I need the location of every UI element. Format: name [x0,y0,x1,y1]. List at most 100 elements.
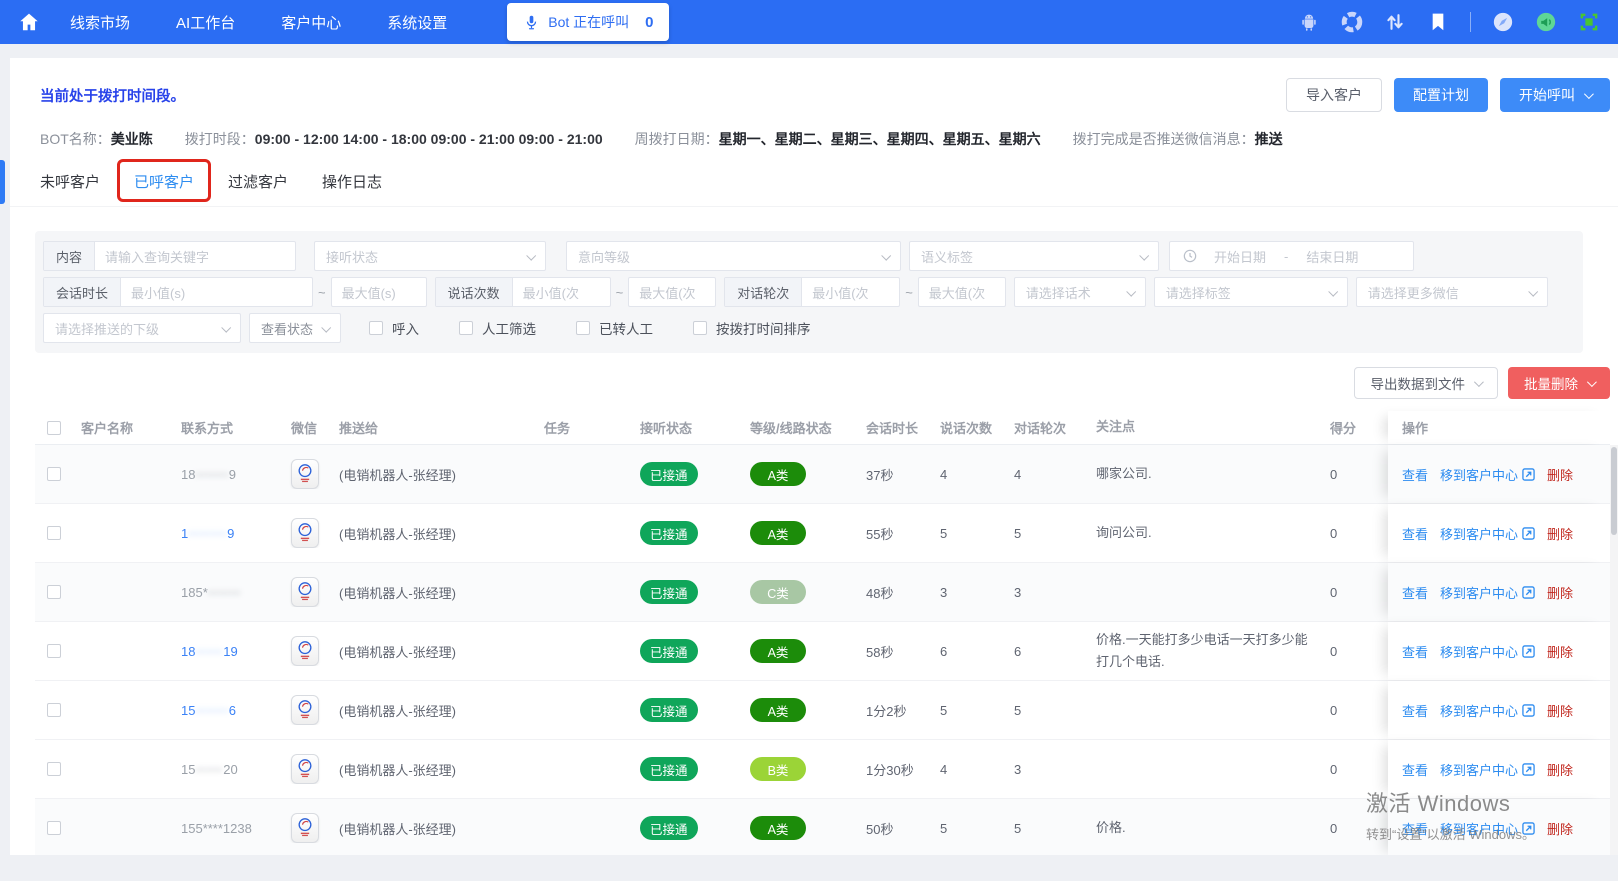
view-status-select[interactable]: 查看状态 [249,313,341,343]
wechat-icon[interactable] [291,695,319,725]
intent-level-select[interactable]: 意向等级 [566,241,901,271]
dial-period-status: 当前处于拨打时间段。 [40,88,185,105]
import-customers-button[interactable]: 导入客户 [1286,78,1382,112]
nav-item-lead-market[interactable]: 线索市场 [70,12,130,33]
chevron-down-icon [1586,376,1597,387]
phone-cell[interactable]: 185*•••••• [171,585,281,600]
delete-link[interactable]: 删除 [1547,760,1573,779]
wechat-icon[interactable] [291,518,319,548]
configure-plan-button[interactable]: 配置计划 [1394,78,1488,112]
phone-cell[interactable]: 1•••••••9 [171,526,281,541]
row-checkbox[interactable] [47,585,61,599]
row-checkbox[interactable] [47,762,61,776]
session-min-input[interactable]: 最小值(s) [121,278,312,306]
move-to-customer-center-link[interactable]: 移到客户中心 [1440,819,1535,838]
delete-link[interactable]: 删除 [1547,701,1573,720]
bot-calling-button[interactable]: Bot 正在呼叫 0 [507,3,670,41]
row-checkbox[interactable] [47,703,61,717]
start-call-button[interactable]: 开始呼叫 [1500,78,1610,112]
checkbox-inbound[interactable]: 呼入 [369,318,419,338]
row-checkbox[interactable] [47,467,61,481]
view-link[interactable]: 查看 [1402,819,1428,838]
checkbox-icon[interactable] [693,321,707,335]
fullscreen-icon[interactable] [1578,11,1600,33]
export-data-button[interactable]: 导出数据到文件 [1353,367,1498,399]
talk-max-input[interactable]: 最大值(次 [628,277,717,307]
content-search-input[interactable]: 请输入查询关键字 [95,242,295,270]
checkbox-icon[interactable] [369,321,383,335]
listen-status-badge: 已接通 [640,639,698,663]
checkbox-icon[interactable] [576,321,590,335]
tab-filtered-customers[interactable]: 过滤客户 [228,171,288,192]
row-checkbox[interactable] [47,821,61,835]
shutter-icon[interactable] [1341,11,1363,33]
date-range-picker[interactable]: 开始日期 - 结束日期 [1169,241,1414,271]
listen-status-select[interactable]: 接听状态 [314,241,546,271]
delete-link[interactable]: 删除 [1547,583,1573,602]
nav-item-ai-workbench[interactable]: AI工作台 [176,12,235,33]
checkbox-manual-screen[interactable]: 人工筛选 [459,318,536,338]
phone-cell[interactable]: 15••••••6 [171,703,281,718]
wechat-icon[interactable] [291,636,319,666]
nav-item-customer-center[interactable]: 客户中心 [281,12,341,33]
session-max-input[interactable]: 最大值(s) [330,277,427,307]
nav-item-system-settings[interactable]: 系统设置 [387,12,447,33]
delete-link[interactable]: 删除 [1547,465,1573,484]
tab-operation-log[interactable]: 操作日志 [322,171,382,192]
rounds-min-input[interactable]: 最小值(次 [802,278,899,306]
android-icon[interactable] [1298,11,1320,33]
bookmark-icon[interactable] [1427,11,1449,33]
bot-name-label: BOT名称： [40,131,111,147]
view-link[interactable]: 查看 [1402,583,1428,602]
rounds-max-input[interactable]: 最大值(次 [917,277,1006,307]
move-to-customer-center-link[interactable]: 移到客户中心 [1440,465,1535,484]
tag-select[interactable]: 请选择标签 [1153,277,1348,307]
megaphone-icon[interactable] [1535,11,1557,33]
select-all-checkbox[interactable] [47,420,61,435]
wechat-icon[interactable] [291,754,319,784]
end-date-field[interactable]: 结束日期 [1306,247,1358,266]
semantic-tag-select[interactable]: 语义标签 [909,241,1159,271]
talk-min-input[interactable]: 最小值(次 [513,278,610,306]
phone-cell[interactable]: 18•••••19 [171,644,281,659]
home-icon[interactable] [18,11,40,33]
view-link[interactable]: 查看 [1402,642,1428,661]
move-to-customer-center-link[interactable]: 移到客户中心 [1440,701,1535,720]
checkbox-sort-by-dial-time[interactable]: 按拨打时间排序 [693,318,811,338]
phone-cell[interactable]: 18••••••9 [171,467,281,482]
row-checkbox[interactable] [47,644,61,658]
view-link[interactable]: 查看 [1402,465,1428,484]
script-select[interactable]: 请选择话术 [1013,277,1146,307]
delete-link[interactable]: 删除 [1547,819,1573,838]
table-scrollbar[interactable] [1610,445,1618,855]
phone-cell[interactable]: 155****1238 [171,821,281,836]
wechat-icon[interactable] [291,813,319,843]
delete-link[interactable]: 删除 [1547,642,1573,661]
sort-arrows-icon[interactable] [1384,11,1406,33]
table-header-row: 客户名称 联系方式 微信 推送给 任务 接听状态 等级/线路状态 会话时长 说话… [35,411,1610,445]
col-dialog-rounds: 对话轮次 [1014,421,1067,436]
checkbox-icon[interactable] [459,321,473,335]
tab-called-customers[interactable]: 已呼客户 [117,159,212,202]
row-checkbox[interactable] [47,526,61,540]
start-date-field[interactable]: 开始日期 [1214,247,1266,266]
wechat-icon[interactable] [291,459,319,489]
push-subordinate-select[interactable]: 请选择推送的下级 [43,313,241,343]
delete-link[interactable]: 删除 [1547,524,1573,543]
move-to-customer-center-link[interactable]: 移到客户中心 [1440,642,1535,661]
move-to-customer-center-link[interactable]: 移到客户中心 [1440,583,1535,602]
more-wechat-select[interactable]: 请选择更多微信 [1355,277,1548,307]
sidebar-edge-tag[interactable] [0,160,5,204]
batch-delete-button[interactable]: 批量删除 [1508,367,1610,399]
tab-uncalled-customers[interactable]: 未呼客户 [40,171,100,192]
move-to-customer-center-link[interactable]: 移到客户中心 [1440,760,1535,779]
wechat-icon[interactable] [291,577,319,607]
view-link[interactable]: 查看 [1402,760,1428,779]
move-to-customer-center-link[interactable]: 移到客户中心 [1440,524,1535,543]
checkbox-transferred[interactable]: 已转人工 [576,318,653,338]
scrollbar-thumb[interactable] [1611,447,1617,535]
phone-cell[interactable]: 15•••••20 [171,762,281,777]
view-link[interactable]: 查看 [1402,524,1428,543]
view-link[interactable]: 查看 [1402,701,1428,720]
compass-icon[interactable] [1492,11,1514,33]
